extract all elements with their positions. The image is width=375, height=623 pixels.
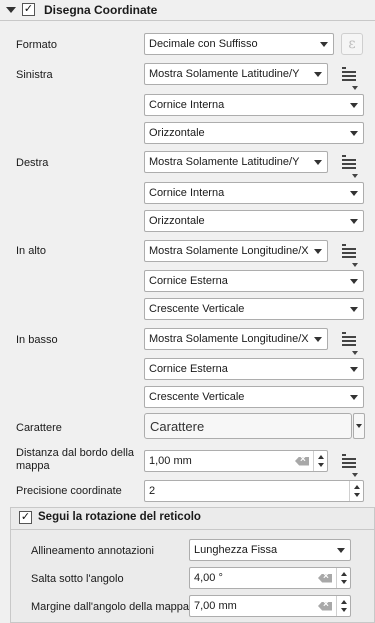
distance-label-line1: Distanza dal bordo della bbox=[16, 447, 135, 459]
distance-spinbox[interactable]: 1,00 mm bbox=[144, 450, 328, 472]
chevron-down-icon bbox=[345, 299, 363, 319]
format-combo[interactable]: Decimale con Suffisso bbox=[144, 33, 334, 55]
skip-angle-value: 4,00 ° bbox=[194, 572, 223, 584]
skip-angle-spinbox[interactable]: 4,00 ° bbox=[189, 567, 351, 589]
section-header[interactable]: ✓ Disegna Coordinate bbox=[0, 0, 375, 20]
clear-icon[interactable] bbox=[295, 456, 309, 466]
top-direction-value: Crescente Verticale bbox=[149, 303, 245, 315]
bottom-direction-combo[interactable]: Crescente Verticale bbox=[144, 386, 364, 408]
top-direction-combo[interactable]: Crescente Verticale bbox=[144, 298, 364, 320]
data-defined-override-icon[interactable] bbox=[338, 63, 360, 90]
corner-margin-spinbox[interactable]: 7,00 mm bbox=[189, 595, 351, 617]
bottom-direction-value: Crescente Verticale bbox=[149, 391, 245, 403]
top-label: In alto bbox=[16, 245, 46, 257]
chevron-down-icon bbox=[345, 183, 363, 203]
chevron-down-icon bbox=[345, 387, 363, 407]
chevron-down-icon bbox=[309, 64, 327, 84]
right-position-value: Cornice Interna bbox=[149, 187, 225, 199]
left-direction-combo[interactable]: Orizzontale bbox=[144, 122, 364, 144]
data-defined-override-icon[interactable] bbox=[338, 328, 360, 355]
group-divider bbox=[11, 529, 374, 530]
draw-coordinates-checkbox[interactable]: ✓ bbox=[22, 3, 35, 16]
follow-rotation-group: ✓ Segui la rotazione del reticolo Alline… bbox=[10, 507, 375, 623]
bottom-show-combo[interactable]: Mostra Solamente Longitudine/X bbox=[144, 328, 328, 350]
right-position-combo[interactable]: Cornice Interna bbox=[144, 182, 364, 204]
spin-arrows[interactable] bbox=[313, 451, 327, 471]
font-menu-dropdown[interactable] bbox=[353, 413, 365, 439]
data-defined-override-icon[interactable] bbox=[338, 240, 360, 267]
top-show-combo[interactable]: Mostra Solamente Longitudine/X bbox=[144, 240, 328, 262]
corner-margin-value: 7,00 mm bbox=[194, 600, 237, 612]
clear-icon[interactable] bbox=[318, 573, 332, 583]
right-show-value: Mostra Solamente Latitudine/Y bbox=[149, 156, 300, 168]
alignment-combo[interactable]: Lunghezza Fissa bbox=[189, 539, 351, 561]
section-title: Disegna Coordinate bbox=[44, 3, 158, 17]
data-defined-override-icon[interactable] bbox=[338, 450, 360, 477]
chevron-down-icon bbox=[345, 211, 363, 231]
format-label: Formato bbox=[16, 39, 57, 51]
chevron-down-icon bbox=[315, 34, 333, 54]
spin-arrows[interactable] bbox=[336, 596, 350, 616]
top-position-value: Cornice Esterna bbox=[149, 275, 228, 287]
follow-rotation-checkbox[interactable]: ✓ bbox=[19, 511, 32, 524]
skip-angle-label: Salta sotto l'angolo bbox=[31, 573, 124, 585]
left-label: Sinistra bbox=[16, 69, 53, 81]
header-divider bbox=[0, 20, 375, 21]
chevron-down-icon bbox=[345, 123, 363, 143]
bottom-position-value: Cornice Esterna bbox=[149, 363, 228, 375]
bottom-show-value: Mostra Solamente Longitudine/X bbox=[149, 333, 309, 345]
spin-arrows[interactable] bbox=[336, 568, 350, 588]
left-position-combo[interactable]: Cornice Interna bbox=[144, 94, 364, 116]
epsilon-icon[interactable]: ε bbox=[341, 33, 363, 55]
precision-value: 2 bbox=[149, 485, 156, 497]
alignment-value: Lunghezza Fissa bbox=[194, 544, 278, 556]
left-show-combo[interactable]: Mostra Solamente Latitudine/Y bbox=[144, 63, 328, 85]
top-position-combo[interactable]: Cornice Esterna bbox=[144, 270, 364, 292]
spin-arrows[interactable] bbox=[349, 481, 363, 501]
left-position-value: Cornice Interna bbox=[149, 99, 225, 111]
alignment-label: Allineamento annotazioni bbox=[31, 545, 154, 557]
chevron-down-icon bbox=[309, 329, 327, 349]
top-show-value: Mostra Solamente Longitudine/X bbox=[149, 245, 309, 257]
data-defined-override-icon[interactable] bbox=[338, 151, 360, 178]
chevron-down-icon bbox=[332, 540, 350, 560]
chevron-down-icon bbox=[345, 359, 363, 379]
font-label: Carattere bbox=[16, 422, 62, 434]
chevron-down-icon bbox=[309, 152, 327, 172]
chevron-down-icon bbox=[309, 241, 327, 261]
left-direction-value: Orizzontale bbox=[149, 127, 205, 139]
bottom-label: In basso bbox=[16, 334, 58, 346]
right-label: Destra bbox=[16, 157, 49, 169]
distance-label: Distanza dal bordo della mappa bbox=[16, 447, 134, 473]
right-direction-combo[interactable]: Orizzontale bbox=[144, 210, 364, 232]
format-combo-value: Decimale con Suffisso bbox=[149, 38, 258, 50]
corner-margin-label: Margine dall'angolo della mappa bbox=[31, 601, 190, 613]
collapse-arrow-icon[interactable] bbox=[6, 7, 16, 13]
distance-value: 1,00 mm bbox=[149, 455, 192, 467]
precision-label: Precisione coordinate bbox=[16, 485, 122, 497]
bottom-position-combo[interactable]: Cornice Esterna bbox=[144, 358, 364, 380]
chevron-down-icon bbox=[345, 95, 363, 115]
precision-spinbox[interactable]: 2 bbox=[144, 480, 364, 502]
right-direction-value: Orizzontale bbox=[149, 215, 205, 227]
distance-label-line2: mappa bbox=[16, 460, 50, 472]
right-show-combo[interactable]: Mostra Solamente Latitudine/Y bbox=[144, 151, 328, 173]
font-button[interactable]: Carattere bbox=[144, 413, 352, 439]
left-show-value: Mostra Solamente Latitudine/Y bbox=[149, 68, 300, 80]
chevron-down-icon bbox=[345, 271, 363, 291]
clear-icon[interactable] bbox=[318, 601, 332, 611]
follow-rotation-title: Segui la rotazione del reticolo bbox=[38, 511, 201, 523]
